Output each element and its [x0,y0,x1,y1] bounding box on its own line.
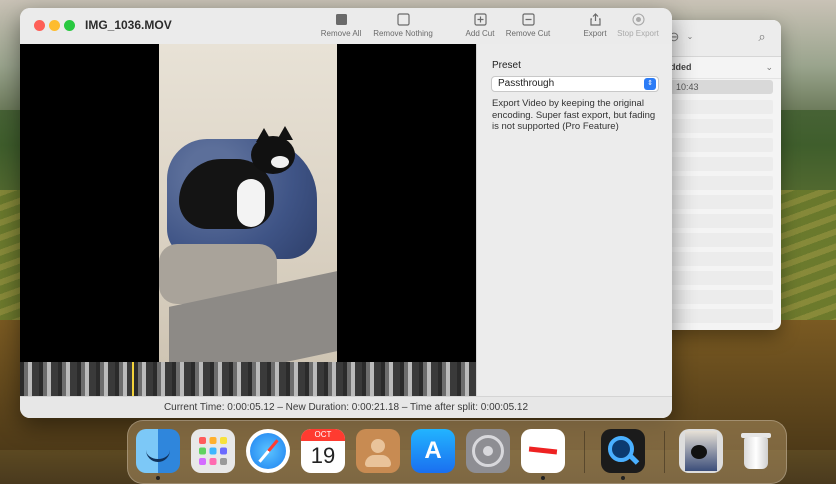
cat-head-shape [251,136,295,174]
status-text: Current Time: 0:00:05.12 – New Duration:… [163,402,529,413]
add-cut-button[interactable]: Add Cut [462,13,498,38]
list-item[interactable]: 10:43 [670,80,773,94]
add-cut-label: Add Cut [465,29,495,38]
trash-can-shape [744,437,768,469]
quicktime-tail-shape [628,454,640,465]
dock: OCT 19 A [127,420,787,484]
column-header-label: dded [670,62,692,72]
remove-cut-button[interactable]: Remove Cut [504,13,552,38]
running-indicator [156,476,160,480]
list-item[interactable] [670,290,773,304]
list-item[interactable] [670,176,773,190]
remove-all-button[interactable]: Remove All [318,13,364,38]
plus-square-icon [473,13,487,26]
export-button[interactable]: Export [580,13,610,38]
video-editor-window: IMG_1036.MOV Remove All Remove Nothing A… [20,8,672,418]
calendar-month: OCT [301,429,345,441]
preset-dropdown-value: Passthrough [498,78,555,89]
list-item[interactable] [670,309,773,323]
photo-thumbnail-cat-shape [691,445,707,459]
gear-icon [472,435,504,467]
playhead[interactable] [132,362,134,396]
calendar-day: 19 [310,443,336,468]
dock-separator [584,431,585,473]
window-title: IMG_1036.MOV [85,18,172,32]
losslesscut-bar-shape [528,446,558,455]
filled-square-icon [335,14,347,25]
preset-description: Export Video by keeping the original enc… [492,98,656,132]
export-settings-panel: Preset Passthrough ⇕ Export Video by kee… [476,44,672,396]
finder-face-shape [146,443,170,462]
list [670,100,773,328]
list-item[interactable] [670,252,773,266]
list-item[interactable] [670,119,773,133]
running-indicator [541,476,545,480]
timeline-thumbnails[interactable] [20,362,476,396]
launchpad-grid-icon [199,437,227,465]
search-icon[interactable]: ⌕ [754,29,770,45]
remove-all-label: Remove All [320,29,362,38]
list-item[interactable] [670,271,773,285]
app-store-glyph: A [424,437,442,464]
export-label: Export [583,29,607,38]
chevron-down-icon: ⌄ [765,62,773,72]
trash-icon[interactable] [734,429,778,473]
title-bar[interactable]: IMG_1036.MOV Remove All Remove Nothing A… [20,8,672,45]
empty-square-icon [396,13,410,26]
up-down-chevron-icon: ⇕ [644,78,656,90]
minus-square-icon [521,13,535,26]
stop-circle-icon [631,13,645,26]
remove-cut-label: Remove Cut [505,29,551,38]
video-preview[interactable] [20,44,476,362]
preset-label: Preset [492,60,521,71]
safari-icon[interactable] [246,429,290,473]
list-item[interactable] [670,157,773,171]
stop-export-button[interactable]: Stop Export [614,13,662,38]
launchpad-icon[interactable] [191,429,235,473]
list-item-time: 10:43 [676,82,699,92]
thumbnail-strip [20,362,476,396]
status-bar: Current Time: 0:00:05.12 – New Duration:… [20,396,672,418]
close-window-button[interactable] [34,20,45,31]
list-item[interactable] [670,214,773,228]
list-item[interactable] [670,233,773,247]
zoom-window-button[interactable] [64,20,75,31]
video-frame-image [159,44,337,362]
remove-nothing-button[interactable]: Remove Nothing [370,13,436,38]
calendar-icon[interactable]: OCT 19 [301,429,345,473]
chevron-down-icon[interactable]: ⌄ [682,29,698,45]
column-header[interactable]: dded ⌄ [670,56,781,79]
losslesscut-icon[interactable] [521,429,565,473]
quicktime-icon[interactable] [601,429,645,473]
list-item[interactable] [670,195,773,209]
contacts-shoulders-shape [365,455,391,467]
list-item[interactable] [670,138,773,152]
dock-separator [664,431,665,473]
photo-thumbnail-icon[interactable] [679,429,723,473]
remove-nothing-label: Remove Nothing [373,29,433,38]
cat-chest-shape [237,179,265,227]
minimize-window-button[interactable] [49,20,60,31]
share-icon [589,13,601,26]
contacts-head-shape [371,439,385,453]
finder-icon[interactable] [136,429,180,473]
preset-dropdown[interactable]: Passthrough ⇕ [491,76,659,92]
cat-muzzle-shape [271,156,289,168]
contacts-icon[interactable] [356,429,400,473]
running-indicator [621,476,625,480]
system-settings-icon[interactable] [466,429,510,473]
stop-export-label: Stop Export [617,29,659,38]
app-store-icon[interactable]: A [411,429,455,473]
list-item[interactable] [670,100,773,114]
